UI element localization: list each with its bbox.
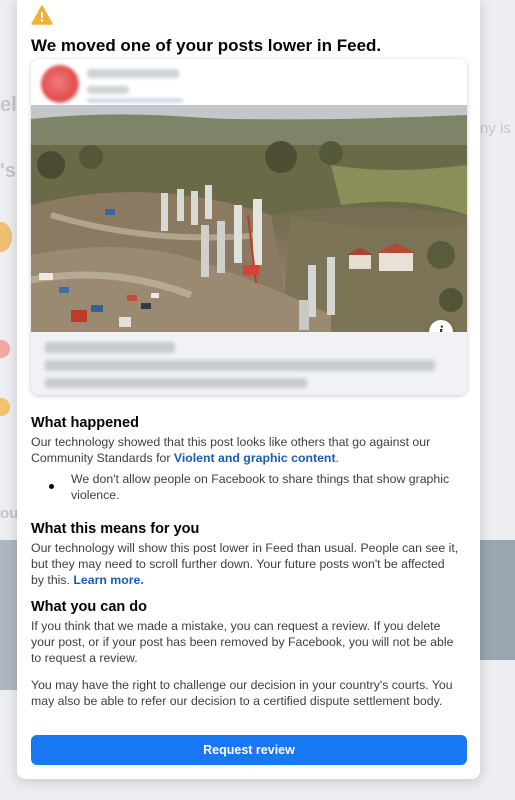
courts-info-text: You may have the right to challenge our … bbox=[31, 678, 453, 708]
author-avatar bbox=[41, 65, 79, 103]
blurred-caption-line bbox=[45, 342, 175, 353]
what-happened-end: . bbox=[335, 451, 339, 465]
warning-triangle-icon bbox=[31, 5, 53, 25]
bg-avatar bbox=[0, 398, 10, 416]
what-happened-text: Our technology showed that this post loo… bbox=[31, 434, 461, 466]
blurred-author-name bbox=[87, 69, 179, 78]
aerial-construction-photo bbox=[31, 105, 467, 332]
post-image bbox=[31, 105, 467, 332]
bullet-dot bbox=[49, 484, 54, 489]
bg-fragment: ny is bbox=[480, 120, 511, 137]
what-happened-heading: What happened bbox=[31, 415, 139, 431]
blurred-caption bbox=[31, 332, 467, 395]
dialog-title: We moved one of your posts lower in Feed… bbox=[31, 36, 382, 55]
bg-fragment: 's bbox=[0, 160, 16, 182]
policy-bullet: We don't allow people on Facebook to sha… bbox=[71, 472, 450, 502]
review-info-text: If you think that we made a mistake, you… bbox=[31, 619, 454, 665]
what-you-can-do-heading: What you can do bbox=[31, 599, 147, 615]
moderation-dialog: We moved one of your posts lower in Feed… bbox=[17, 0, 480, 779]
post-preview-card[interactable]: i bbox=[31, 59, 467, 395]
bg-avatar bbox=[0, 222, 12, 252]
bg-card bbox=[480, 540, 515, 660]
what-this-means-text: Our technology will show this post lower… bbox=[31, 540, 461, 588]
violent-content-link[interactable]: Violent and graphic content bbox=[174, 451, 336, 465]
blurred-caption-line bbox=[45, 378, 307, 388]
blurred-caption-line bbox=[45, 360, 435, 371]
learn-more-link[interactable]: Learn more. bbox=[73, 573, 143, 587]
what-this-means-heading: What this means for you bbox=[31, 521, 200, 537]
bg-fragment: el bbox=[0, 94, 17, 116]
bg-card bbox=[0, 540, 17, 690]
bg-avatar bbox=[0, 340, 10, 358]
blurred-post-time bbox=[87, 86, 129, 94]
blurred-header-line bbox=[87, 99, 183, 102]
bg-fragment: ou bbox=[0, 505, 19, 522]
request-review-button[interactable]: Request review bbox=[31, 735, 467, 765]
